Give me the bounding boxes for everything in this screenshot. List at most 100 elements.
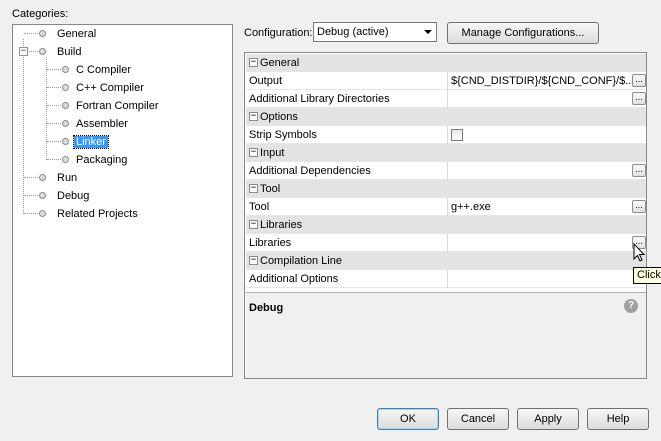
tree-connector	[24, 177, 40, 178]
tree-connector	[24, 195, 40, 196]
tree-item-general[interactable]: General	[39, 25, 98, 43]
ok-button[interactable]: OK	[377, 408, 439, 430]
tool-browse-button[interactable]: ...	[632, 200, 646, 213]
column-divider	[447, 198, 448, 216]
collapse-icon[interactable]: −	[249, 148, 258, 157]
node-bullet-icon	[62, 84, 69, 91]
category-label: Compilation Line	[260, 255, 342, 267]
configuration-label: Configuration:	[244, 27, 313, 39]
tree-item-label: Build	[57, 46, 82, 58]
manage-configurations-button[interactable]: Manage Configurations...	[447, 22, 599, 44]
description-area: Debug ?	[246, 292, 646, 378]
library-directories-browse-button[interactable]: ...	[632, 92, 646, 105]
property-name: Strip Symbols	[249, 129, 317, 141]
column-divider	[447, 72, 448, 90]
tree-connector	[47, 69, 63, 70]
strip-symbols-checkbox[interactable]	[451, 129, 463, 141]
node-bullet-icon	[39, 30, 46, 37]
category-row-options[interactable]: − Options	[246, 108, 646, 126]
build-expander-icon[interactable]: −	[19, 47, 28, 56]
tree-item-cpp-compiler[interactable]: C++ Compiler	[62, 79, 146, 97]
property-sheet[interactable]: − General Output ${CND_DISTDIR}/${CND_CO…	[244, 52, 647, 379]
property-row-strip-symbols[interactable]: Strip Symbols	[246, 126, 646, 144]
tree-item-c-compiler[interactable]: C Compiler	[62, 61, 133, 79]
property-row-tool[interactable]: Tool g++.exe ...	[246, 198, 646, 216]
tree-connector	[23, 39, 24, 214]
property-row-output[interactable]: Output ${CND_DISTDIR}/${CND_CONF}/$... .…	[246, 72, 646, 90]
tree-item-label: C Compiler	[76, 64, 132, 76]
property-row-additional-library-directories[interactable]: Additional Library Directories ...	[246, 90, 646, 108]
column-divider	[447, 126, 448, 144]
column-divider	[447, 234, 448, 252]
property-name: Additional Options	[249, 273, 339, 285]
tree-connector	[24, 33, 40, 34]
collapse-icon[interactable]: −	[249, 184, 258, 193]
tree-item-build[interactable]: Build	[39, 43, 83, 61]
property-value[interactable]: g++.exe	[451, 201, 633, 213]
property-name: Libraries	[249, 237, 292, 249]
category-tree[interactable]: − General Build C Compiler C++ Compiler …	[12, 24, 233, 377]
apply-button[interactable]: Apply	[517, 408, 579, 430]
property-name: Tool	[249, 201, 270, 213]
category-label: Tool	[260, 183, 281, 195]
node-bullet-icon	[39, 192, 46, 199]
category-label: Input	[260, 147, 285, 159]
help-button[interactable]: Help	[587, 408, 649, 430]
collapse-icon[interactable]: −	[249, 112, 258, 121]
tree-item-related-projects[interactable]: Related Projects	[39, 205, 140, 223]
tree-item-label: Linker	[73, 135, 109, 149]
tree-connector	[46, 57, 47, 160]
tree-item-linker[interactable]: Linker	[62, 133, 109, 151]
categories-label: Categories:	[12, 8, 69, 20]
tree-connector	[47, 141, 63, 142]
category-row-general[interactable]: − General	[246, 54, 646, 72]
tree-item-label: General	[57, 28, 97, 40]
tree-connector	[47, 105, 63, 106]
node-bullet-icon	[39, 174, 46, 181]
tree-connector	[47, 87, 63, 88]
help-icon[interactable]: ?	[624, 299, 638, 313]
node-bullet-icon	[39, 210, 46, 217]
property-name: Output	[249, 75, 283, 87]
property-row-additional-options[interactable]: Additional Options	[246, 270, 646, 288]
tree-connector	[24, 213, 40, 214]
property-row-libraries[interactable]: Libraries ...	[246, 234, 646, 252]
chevron-down-icon	[424, 30, 432, 34]
configuration-selected-value: Debug (active)	[317, 26, 389, 38]
column-divider	[447, 90, 448, 108]
tree-item-run[interactable]: Run	[39, 169, 79, 187]
dependencies-browse-button[interactable]: ...	[632, 164, 646, 177]
node-bullet-icon	[62, 156, 69, 163]
column-divider	[447, 162, 448, 180]
category-label: Options	[260, 111, 298, 123]
configuration-select[interactable]: Debug (active)	[313, 22, 437, 42]
collapse-icon[interactable]: −	[249, 220, 258, 229]
tree-item-packaging[interactable]: Packaging	[62, 151, 129, 169]
category-row-tool[interactable]: − Tool	[246, 180, 646, 198]
property-name: Additional Library Directories	[249, 93, 390, 105]
collapse-icon[interactable]: −	[249, 256, 258, 265]
node-bullet-icon	[62, 66, 69, 73]
tree-item-label: Assembler	[76, 118, 128, 130]
cancel-button[interactable]: Cancel	[447, 408, 509, 430]
tree-item-assembler[interactable]: Assembler	[62, 115, 130, 133]
property-value[interactable]: ${CND_DISTDIR}/${CND_CONF}/$...	[451, 75, 633, 87]
tree-item-label: Packaging	[76, 154, 128, 166]
output-browse-button[interactable]: ...	[632, 74, 646, 87]
tree-connector	[47, 159, 63, 160]
tree-item-label: Related Projects	[57, 208, 138, 220]
tree-item-label: Run	[57, 172, 78, 184]
category-row-libraries[interactable]: − Libraries	[246, 216, 646, 234]
property-row-additional-dependencies[interactable]: Additional Dependencies ...	[246, 162, 646, 180]
tree-item-label: Fortran Compiler	[76, 100, 159, 112]
tree-item-debug[interactable]: Debug	[39, 187, 91, 205]
tree-item-label: Debug	[57, 190, 90, 202]
property-name: Additional Dependencies	[249, 165, 371, 177]
category-row-input[interactable]: − Input	[246, 144, 646, 162]
column-divider	[447, 270, 448, 288]
collapse-icon[interactable]: −	[249, 58, 258, 67]
tree-item-fortran-compiler[interactable]: Fortran Compiler	[62, 97, 161, 115]
category-row-compilation-line[interactable]: − Compilation Line	[246, 252, 646, 270]
category-label: Libraries	[260, 219, 303, 231]
tooltip: Click	[633, 267, 661, 284]
